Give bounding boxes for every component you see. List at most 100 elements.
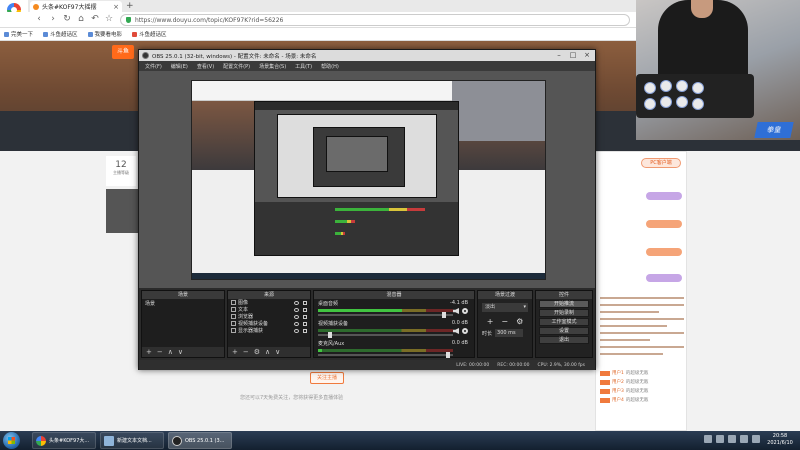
gear-icon[interactable] xyxy=(462,308,468,314)
new-tab-icon[interactable]: + xyxy=(126,1,134,11)
eye-icon[interactable] xyxy=(294,300,299,305)
undo-icon[interactable]: ↶ xyxy=(90,14,100,25)
source-item[interactable]: 视频捕获设备 xyxy=(228,320,310,327)
minimize-icon[interactable]: – xyxy=(553,50,565,61)
add-icon[interactable]: + xyxy=(487,317,494,326)
move-up-icon[interactable]: ∧ xyxy=(168,348,173,356)
stream-thumbnail[interactable] xyxy=(106,189,140,233)
eye-icon[interactable] xyxy=(294,328,299,333)
studio-mode-button[interactable]: 工作室模式 xyxy=(539,318,589,326)
address-bar[interactable]: https://www.douyu.com/topic/KOF97K?rid=5… xyxy=(120,14,630,26)
speaker-icon[interactable] xyxy=(453,328,459,334)
bookmark-item[interactable]: 斗鱼超话区 xyxy=(132,30,167,38)
menu-edit[interactable]: 编辑(E) xyxy=(171,63,188,70)
bookmark-item[interactable]: 斗鱼超话区 xyxy=(43,30,78,38)
star-icon[interactable]: ☆ xyxy=(104,14,114,25)
maximize-icon[interactable]: □ xyxy=(567,50,579,61)
transitions-title: 场景过渡 xyxy=(478,291,532,299)
track-name: 麦克风/Aux xyxy=(318,341,345,347)
bookmark-item[interactable]: 完美一下 xyxy=(4,30,33,38)
source-item[interactable]: 浏览器 xyxy=(228,313,310,320)
volume-icon[interactable] xyxy=(740,435,748,443)
browser-titlebar: 头条#KOF97大摇摆 × + xyxy=(0,0,636,12)
start-streaming-button[interactable]: 开始推流 xyxy=(539,300,589,308)
menu-scene-collection[interactable]: 场景集合(S) xyxy=(259,63,286,70)
obs-preview[interactable] xyxy=(139,71,595,288)
taskbar-item-obs[interactable]: OBS 25.0.1 (3... xyxy=(168,432,232,449)
remove-icon[interactable]: − xyxy=(157,348,163,356)
start-button[interactable] xyxy=(3,432,20,449)
obs-statusbar: LIVE: 00:00:00 REC: 00:00:00 CPU: 2.9%, … xyxy=(139,360,595,370)
duration-input[interactable]: 300 ms xyxy=(495,329,524,337)
rank-tag[interactable] xyxy=(646,220,682,228)
obs-menubar: 文件(F) 编辑(E) 查看(V) 配置文件(P) 场景集合(S) 工具(T) … xyxy=(139,61,595,71)
volume-slider[interactable] xyxy=(318,332,453,338)
reload-icon[interactable]: ↻ xyxy=(62,14,72,25)
rank-tag[interactable] xyxy=(646,192,682,200)
menu-tools[interactable]: 工具(T) xyxy=(295,63,312,70)
bookmark-item[interactable]: 我要看电影 xyxy=(87,30,122,38)
source-item[interactable]: 图像 xyxy=(228,299,310,306)
speaker-icon[interactable] xyxy=(453,308,459,314)
lock-icon[interactable] xyxy=(303,328,307,333)
remove-icon[interactable]: − xyxy=(501,317,508,326)
eye-icon[interactable] xyxy=(294,321,299,326)
home-icon[interactable]: ⌂ xyxy=(76,14,86,25)
volume-slider[interactable] xyxy=(318,352,453,358)
source-item[interactable]: 文本 xyxy=(228,306,310,313)
bookmark-icon xyxy=(4,31,9,37)
clock[interactable]: 20:58 2021/6/10 xyxy=(763,433,797,447)
close-icon[interactable]: × xyxy=(581,50,593,61)
add-icon[interactable]: + xyxy=(232,348,238,356)
start-recording-button[interactable]: 开始录制 xyxy=(539,309,589,317)
anchor-level-label: 主播等级 xyxy=(113,170,129,175)
eye-icon[interactable] xyxy=(294,314,299,319)
menu-file[interactable]: 文件(F) xyxy=(145,63,162,70)
lock-icon[interactable] xyxy=(303,314,307,319)
back-icon[interactable]: ‹ xyxy=(34,14,44,25)
gear-icon[interactable]: ⚙ xyxy=(516,317,523,326)
settings-button[interactable]: 设置 xyxy=(539,327,589,335)
pc-client-button[interactable]: PC客户端 xyxy=(641,158,681,168)
rank-tag[interactable] xyxy=(646,248,682,256)
clock-date: 2021/6/10 xyxy=(767,440,793,446)
obs-docks: 场景 场景 + − ∧ ∨ 来源 图像 文本 浏览器 视频捕获设备 显示器捕获 … xyxy=(139,288,595,360)
source-item[interactable]: 显示器捕获 xyxy=(228,327,310,334)
move-down-icon[interactable]: ∨ xyxy=(178,348,183,356)
taskbar-item-notepad[interactable]: 新建文本文档... xyxy=(100,432,164,449)
eye-icon[interactable] xyxy=(294,307,299,312)
gear-icon[interactable] xyxy=(462,328,468,334)
obs-titlebar: OBS 25.0.1 (32-bit, windows) - 配置文件: 未命名… xyxy=(139,50,595,61)
follow-button[interactable]: 关注主播 xyxy=(310,372,344,384)
close-tab-icon[interactable]: × xyxy=(113,3,119,11)
menu-view[interactable]: 查看(V) xyxy=(197,63,214,70)
lock-icon[interactable] xyxy=(303,300,307,305)
cpu-fps: CPU: 2.9%, 30.00 fps xyxy=(537,362,586,368)
bookmark-icon xyxy=(43,31,49,37)
tray-icon[interactable] xyxy=(716,435,724,443)
lock-icon[interactable] xyxy=(303,321,307,326)
rank-tag[interactable] xyxy=(646,274,682,282)
chat-row: 用户3 的超级无敌 xyxy=(600,388,684,394)
tray-icon[interactable] xyxy=(704,435,712,443)
chat-row: 用户2 的超级无敌 xyxy=(600,379,684,385)
douyu-logo[interactable]: 斗鱼 xyxy=(112,45,134,59)
menu-profile[interactable]: 配置文件(P) xyxy=(223,63,250,70)
tray-icon[interactable] xyxy=(752,435,760,443)
taskbar-item-browser[interactable]: 头条#KOF97大... xyxy=(32,432,96,449)
transition-select[interactable]: 淡出 ▾ xyxy=(482,303,528,312)
announcement-text xyxy=(600,297,684,360)
move-up-icon[interactable]: ∧ xyxy=(265,348,270,356)
browser-tab[interactable]: 头条#KOF97大摇摆 × xyxy=(30,1,122,12)
move-down-icon[interactable]: ∨ xyxy=(275,348,280,356)
remove-icon[interactable]: − xyxy=(243,348,249,356)
forward-icon[interactable]: › xyxy=(48,14,58,25)
menu-help[interactable]: 帮助(H) xyxy=(321,63,339,70)
add-icon[interactable]: + xyxy=(146,348,152,356)
volume-slider[interactable] xyxy=(318,312,453,318)
scene-item[interactable]: 场景 xyxy=(142,299,224,308)
lock-icon[interactable] xyxy=(303,307,307,312)
exit-button[interactable]: 退出 xyxy=(539,336,589,344)
network-icon[interactable] xyxy=(728,435,736,443)
gear-icon[interactable]: ⚙ xyxy=(254,348,260,356)
